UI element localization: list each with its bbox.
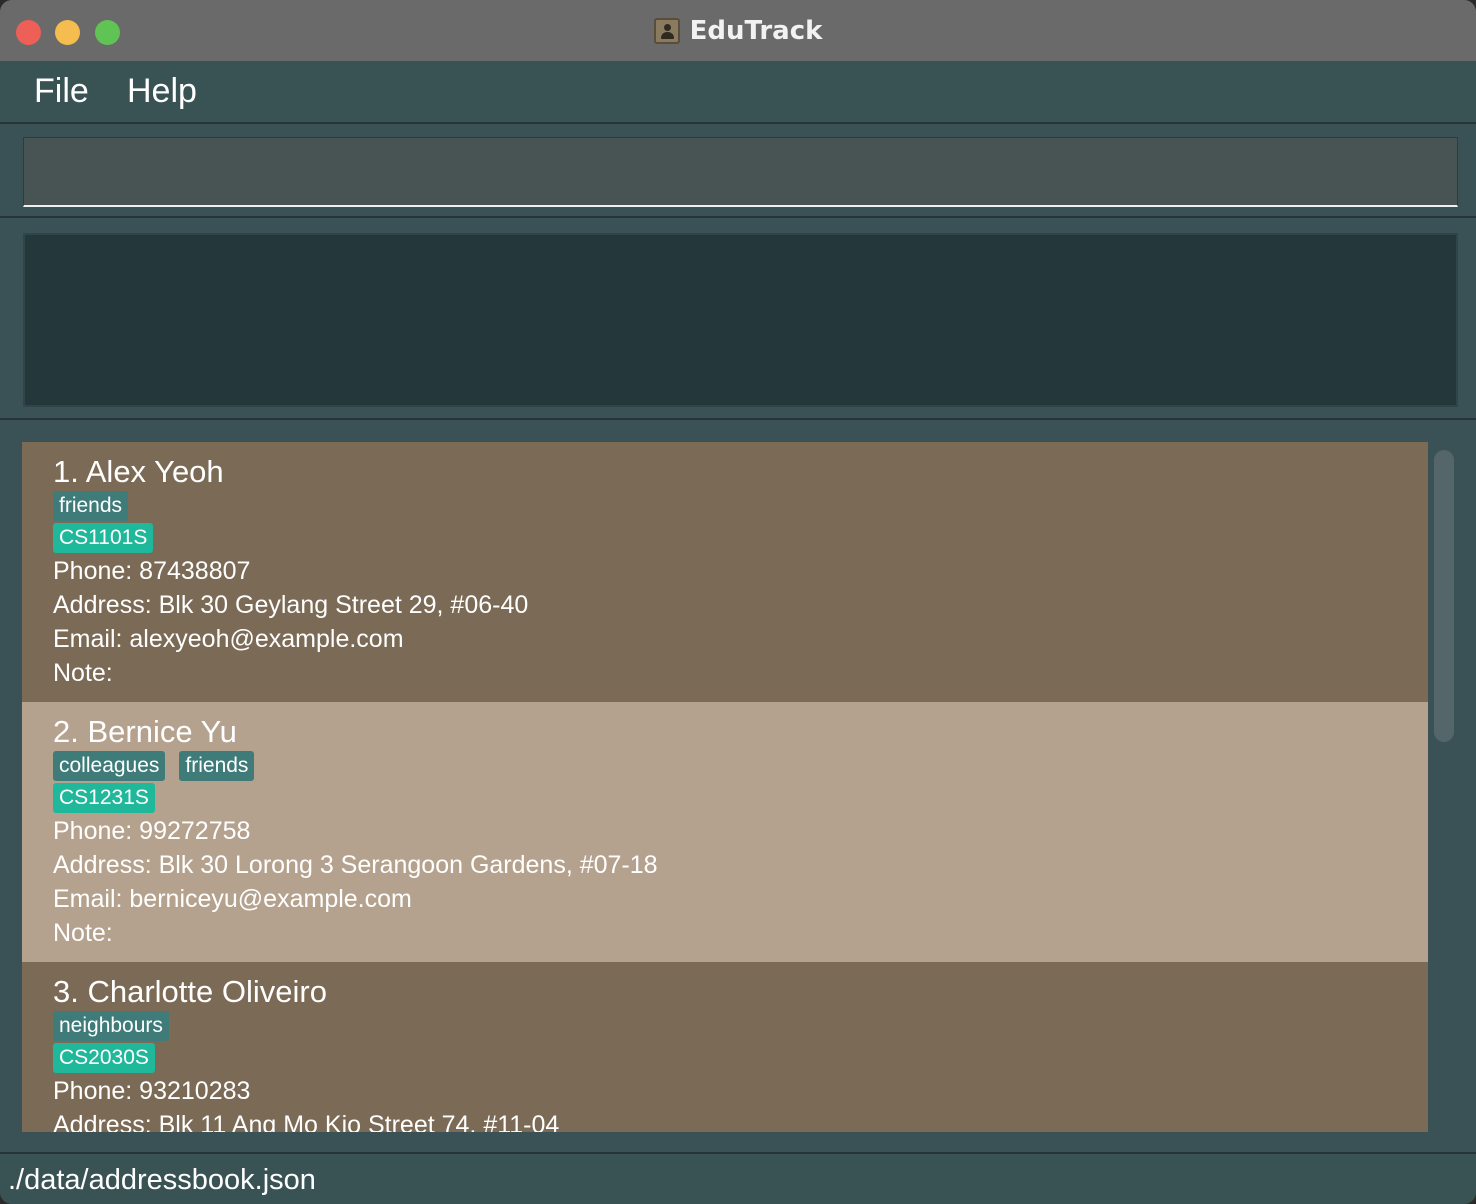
person-address: Address: Blk 30 Lorong 3 Serangoon Garde… xyxy=(53,851,658,879)
status-bar: ./data/addressbook.json xyxy=(0,1152,1476,1204)
module-row: CS1101S xyxy=(53,522,1428,554)
save-location: ./data/addressbook.json xyxy=(8,1164,316,1196)
menu-bar: File Help xyxy=(0,62,1476,124)
person-address: Address: Blk 30 Geylang Street 29, #06-4… xyxy=(53,591,529,619)
contact-book-icon xyxy=(653,18,680,44)
tag-row: colleagues friends xyxy=(53,750,1428,782)
person-card[interactable]: 1. Alex Yeoh friends CS1101S Phone: 8743… xyxy=(22,442,1428,702)
title-bar[interactable]: EduTrack xyxy=(0,0,1476,62)
person-email: Email: alexyeoh@example.com xyxy=(53,625,404,653)
list-scrollbar[interactable] xyxy=(1432,442,1456,1132)
group-tag: neighbours xyxy=(53,1011,169,1041)
module-row: CS1231S xyxy=(53,782,1428,814)
person-phone: Phone: 93210283 xyxy=(53,1077,251,1105)
tag-row: neighbours xyxy=(53,1010,1428,1042)
group-tag: colleagues xyxy=(53,751,166,781)
person-address: Address: Blk 11 Ang Mo Kio Street 74, #1… xyxy=(53,1111,560,1132)
menu-help[interactable]: Help xyxy=(127,72,197,111)
person-note: Note: xyxy=(53,659,113,687)
person-phone: Phone: 87438807 xyxy=(53,557,251,585)
person-card[interactable]: 2. Bernice Yu colleagues friends CS1231S… xyxy=(22,702,1428,962)
person-name: 1. Alex Yeoh xyxy=(53,454,224,489)
module-tag: CS2030S xyxy=(53,1043,155,1073)
person-list[interactable]: 1. Alex Yeoh friends CS1101S Phone: 8743… xyxy=(22,442,1428,1132)
result-display xyxy=(23,233,1458,407)
person-list-panel: 1. Alex Yeoh friends CS1101S Phone: 8743… xyxy=(0,422,1476,1152)
window-title: EduTrack xyxy=(689,16,823,46)
result-display-area xyxy=(0,220,1476,420)
person-note: Note: xyxy=(53,919,113,947)
module-tag: CS1101S xyxy=(53,523,154,553)
menu-file[interactable]: File xyxy=(34,72,89,111)
command-input[interactable] xyxy=(23,137,1458,207)
person-name: 2. Bernice Yu xyxy=(53,714,237,749)
command-box-area xyxy=(0,126,1476,218)
app-window: EduTrack File Help 1. Alex Yeoh friends … xyxy=(0,0,1476,1204)
group-tag: friends xyxy=(53,491,129,521)
module-tag: CS1231S xyxy=(53,783,155,813)
module-row: CS2030S xyxy=(53,1042,1428,1074)
person-phone: Phone: 99272758 xyxy=(53,817,251,845)
scrollbar-thumb[interactable] xyxy=(1434,450,1454,742)
tag-row: friends xyxy=(53,490,1428,522)
person-email: Email: berniceyu@example.com xyxy=(53,885,412,913)
person-card[interactable]: 3. Charlotte Oliveiro neighbours CS2030S… xyxy=(22,962,1428,1132)
person-name: 3. Charlotte Oliveiro xyxy=(53,974,327,1009)
title-wrap: EduTrack xyxy=(0,14,1476,48)
group-tag: friends xyxy=(179,751,255,781)
